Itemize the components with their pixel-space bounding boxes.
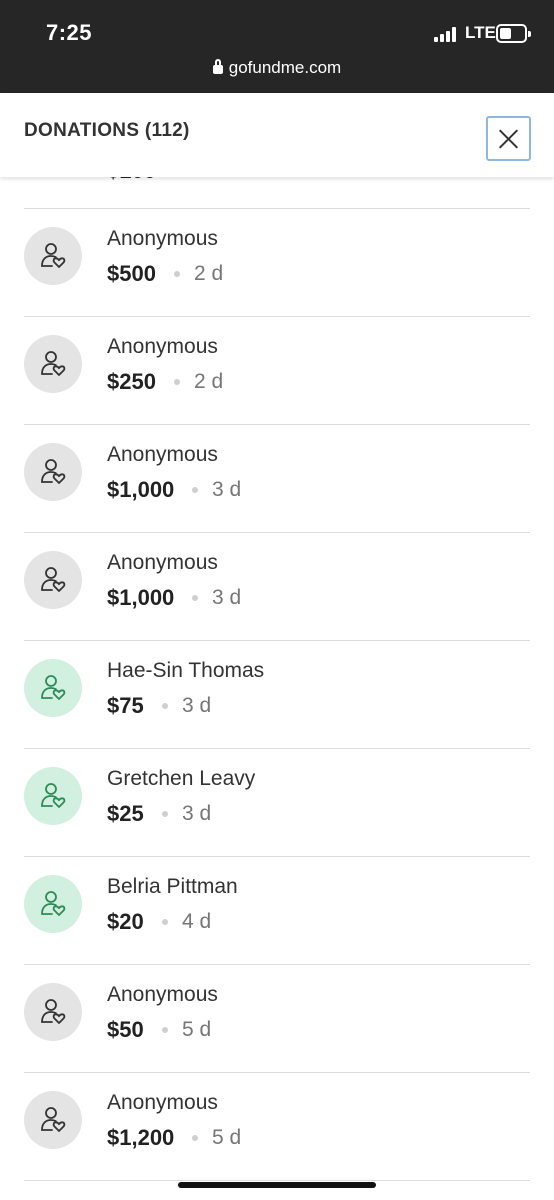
donation-meta: 2 d [174,262,223,286]
battery-icon [496,24,531,43]
donation-amount: $50 [107,1017,144,1042]
donor-heart-icon [41,351,66,376]
donor-avatar [24,983,82,1041]
donor-name: Anonymous [107,443,218,466]
list-item: Anonymous $50 5 d [0,965,554,1073]
donation-amount: $20 [107,909,144,934]
donor-avatar [24,443,82,501]
donation-amount: $75 [107,693,144,718]
donation-amount: $1,000 [107,477,175,502]
donor-avatar [24,227,82,285]
donation-age: 4 d [182,910,212,933]
list-item: Gretchen Leavy $25 3 d [0,749,554,857]
status-time: 7:25 [46,20,93,45]
donor-name: Belria Pittman [107,875,238,898]
address-bar[interactable]: gofundme.com [0,58,554,78]
donation-amount: $500 [107,261,156,286]
donation-age: 2 d [194,262,224,285]
donation-meta: 3 d [192,586,241,610]
donation-age: 2 d [194,370,224,393]
donation-meta: 4 d [162,910,211,934]
page-title: DONATIONS (112) [24,120,190,141]
divider [24,1180,530,1181]
donation-meta: 3 d [192,478,241,502]
donation-age: 3 d [212,478,242,501]
donor-avatar [24,767,82,825]
donation-amount: $1,200 [107,1125,175,1150]
donor-name: Anonymous [107,227,218,250]
home-indicator [178,1182,376,1188]
separator-dot-icon [192,487,198,493]
donation-age: 5 d [212,1126,242,1149]
donor-name: Gretchen Leavy [107,767,256,790]
list-item: Belria Pittman $20 4 d [0,857,554,965]
separator-dot-icon [192,1135,198,1141]
donor-name: Anonymous [107,551,218,574]
list-item: Hae-Sin Thomas $75 3 d [0,641,554,749]
network-label: LTE [465,23,496,42]
donor-avatar [24,335,82,393]
donation-meta: 3 d [162,802,211,826]
modal-header: DONATIONS (112) [0,93,554,177]
donor-heart-icon [41,567,66,592]
donor-avatar [24,659,82,717]
donor-avatar [24,1091,82,1149]
signal-icon [434,27,460,42]
donor-heart-icon [41,891,66,916]
donation-meta: 5 d [162,1018,211,1042]
donor-avatar [24,875,82,933]
donor-name: Anonymous [107,1091,218,1114]
url-text: gofundme.com [228,58,342,77]
donation-meta: 5 d [192,1126,241,1150]
separator-dot-icon [162,703,168,709]
list-item: Anonymous $1,000 3 d [0,425,554,533]
list-item: Anonymous $250 2 d [0,317,554,425]
donation-amount: $250 [107,369,156,394]
donor-heart-icon [41,783,66,808]
separator-dot-icon [162,919,168,925]
separator-dot-icon [162,1027,168,1033]
donor-heart-icon [41,459,66,484]
separator-dot-icon [174,379,180,385]
donor-name: Anonymous [107,983,218,1006]
donor-avatar [24,551,82,609]
donor-name: Anonymous [107,335,218,358]
list-item: Anonymous $1,000 3 d [0,533,554,641]
donor-heart-icon [41,675,66,700]
donation-amount: $25 [107,801,144,826]
donation-age: 5 d [182,1018,212,1041]
status-bar: 7:25 LTE gofundme.com [0,0,554,93]
close-button[interactable] [486,116,531,161]
donor-heart-icon [41,1107,66,1132]
donation-age: 3 d [182,802,212,825]
donation-age: 3 d [212,586,242,609]
list-item: Anonymous $500 2 d [0,209,554,317]
separator-dot-icon [174,271,180,277]
lock-icon [212,59,223,74]
donation-meta: 2 d [174,370,223,394]
donation-age: 3 d [182,694,212,717]
donation-meta: 3 d [162,694,211,718]
donor-heart-icon [41,999,66,1024]
donor-heart-icon [41,243,66,268]
donor-name: Hae-Sin Thomas [107,659,265,682]
list-item: Anonymous $1,200 5 d [0,1073,554,1181]
separator-dot-icon [192,595,198,601]
separator-dot-icon [162,811,168,817]
donation-amount: $1,000 [107,585,175,610]
